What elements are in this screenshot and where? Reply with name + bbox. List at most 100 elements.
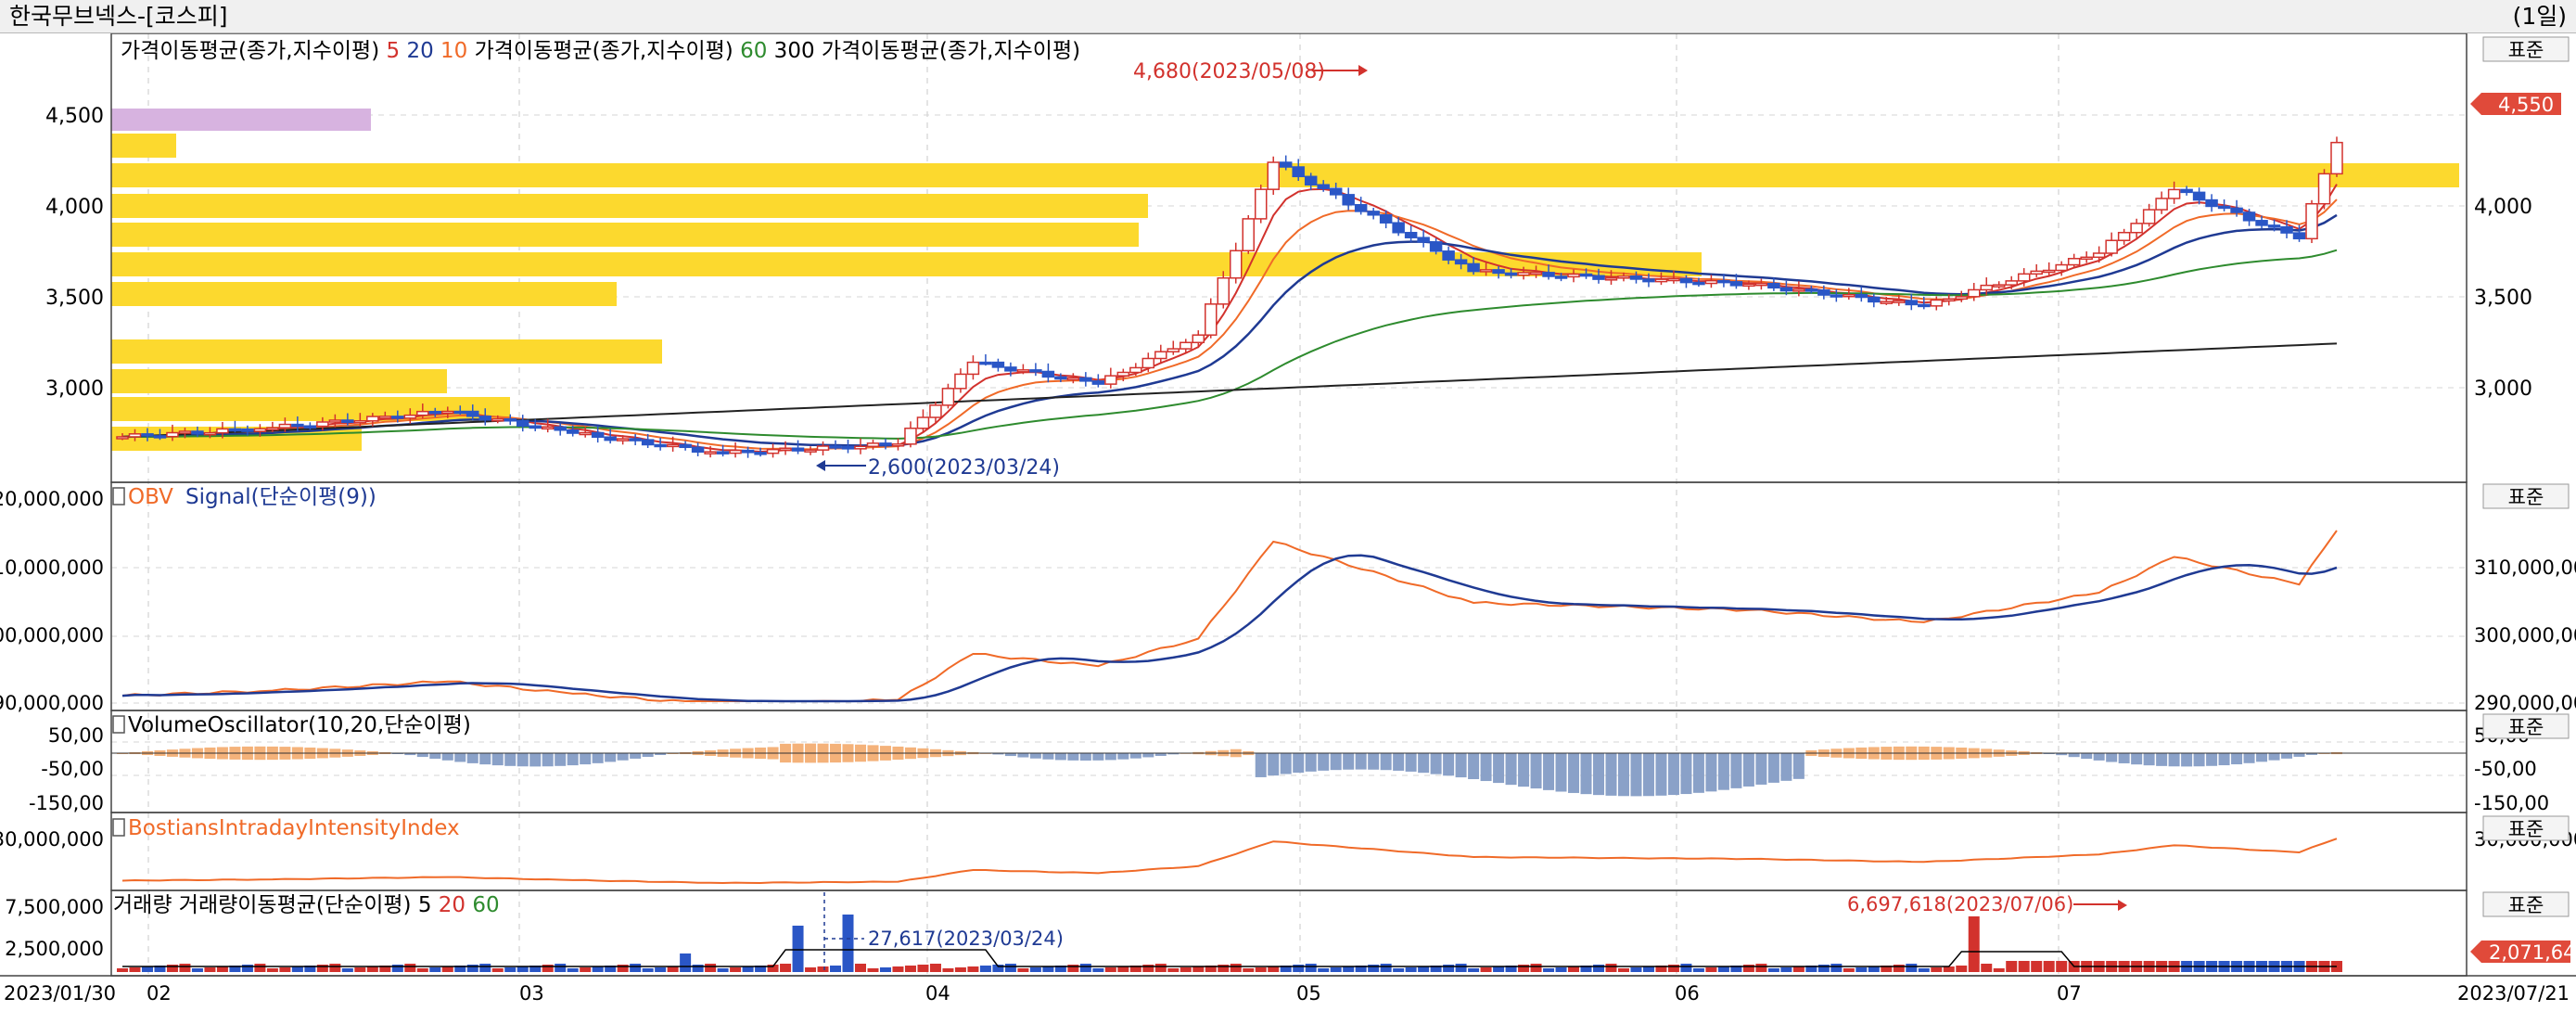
volume-bar <box>929 964 941 972</box>
volume-bar <box>516 966 529 972</box>
svg-text:7,500,000: 7,500,000 <box>5 896 104 918</box>
vo-scale-button[interactable]: 표준 <box>2482 713 2570 739</box>
stock-chart[interactable]: 가격이동평균(종가,지수이평) 5 20 10 가격이동평균(종가,지수이평) … <box>0 33 2576 1011</box>
volume-bar <box>191 968 203 972</box>
candle-body <box>1016 369 1030 373</box>
oscillator-bar <box>1280 753 1292 774</box>
price-scale-button[interactable]: 표준 <box>2482 36 2570 62</box>
oscillator-bar <box>479 753 491 765</box>
volume-bar <box>216 966 228 972</box>
volume-bar <box>1667 965 1679 972</box>
volume-bar <box>680 953 692 972</box>
volume-bar <box>141 966 153 972</box>
obv-scale-button[interactable]: 표준 <box>2482 483 2570 509</box>
candle-body <box>804 449 817 453</box>
candle-body <box>2255 220 2268 226</box>
candle-body <box>2167 188 2181 199</box>
candle-body <box>2005 280 2018 286</box>
candle-body <box>1554 275 1568 279</box>
candle-body <box>1379 214 1393 224</box>
svg-text:BostiansIntradayIntensityIndex: BostiansIntradayIntensityIndex <box>128 816 460 840</box>
volume-bar <box>917 965 929 972</box>
candle-body <box>1667 277 1680 282</box>
oscillator-bar <box>1042 753 1054 760</box>
oscillator-bar <box>516 753 529 767</box>
candle-body <box>904 428 917 445</box>
candle-body <box>1367 211 1380 216</box>
candle-body <box>1229 250 1243 279</box>
oscillator-bar <box>630 753 642 759</box>
volume-bar <box>1017 968 1029 972</box>
candle-body <box>478 416 492 421</box>
candle-body <box>1880 301 1894 304</box>
oscillator-bar <box>2118 753 2130 763</box>
candle-body <box>1392 222 1405 234</box>
volume-bar <box>1780 967 1792 972</box>
oscillator-bar <box>2143 753 2155 766</box>
volume-bar <box>942 968 954 972</box>
svg-text:표준: 표준 <box>2508 716 2544 738</box>
volume-bar <box>1717 966 1729 972</box>
svg-text:06: 06 <box>1675 982 1700 1005</box>
candle-body <box>1066 377 1080 381</box>
candle-body <box>1918 303 1931 308</box>
svg-text:3,000: 3,000 <box>45 378 104 401</box>
candle-body <box>1704 279 1718 285</box>
oscillator-bar <box>1505 753 1517 786</box>
candle-body <box>1479 269 1493 273</box>
svg-text:4,000: 4,000 <box>45 196 104 219</box>
volume-bar <box>1843 968 1855 972</box>
oscillator-bar <box>504 753 516 766</box>
candle-body <box>604 436 617 442</box>
profile-bar <box>111 194 1148 218</box>
volume-bar <box>705 964 717 972</box>
candle-body <box>2230 207 2243 213</box>
candle-body <box>1717 279 1730 284</box>
volume-bar <box>1079 964 1091 972</box>
candle-body <box>1116 371 1130 377</box>
volume-bar <box>1568 966 1580 972</box>
volume-bar <box>867 968 879 972</box>
candle-body <box>1617 275 1630 279</box>
oscillator-bar <box>1792 753 1804 779</box>
svg-text:VolumeOscillator(10,20,단순이평): VolumeOscillator(10,20,단순이평) <box>128 713 471 737</box>
volume-bar <box>1605 964 1617 972</box>
svg-text:300,000,000: 300,000,000 <box>2474 624 2576 646</box>
oscillator-bar <box>491 753 504 766</box>
oscillator-bar <box>642 753 654 758</box>
oscillator-bar <box>1468 753 1480 780</box>
candle-body <box>1041 370 1055 378</box>
period-label[interactable]: (1일) <box>2513 3 2567 31</box>
volume-bar <box>1705 967 1717 972</box>
bii-scale-button[interactable]: 표준 <box>2482 815 2570 841</box>
oscillator-bar <box>1092 753 1104 761</box>
candle-body <box>1905 300 1919 306</box>
svg-text:4,680(2023/05/08): 4,680(2023/05/08) <box>1133 60 1325 83</box>
candle-body <box>2017 273 2031 282</box>
volume-bar <box>1918 968 1930 972</box>
candle-body <box>278 423 292 429</box>
candle-body <box>791 447 805 452</box>
svg-text:290,000,000: 290,000,000 <box>0 692 104 714</box>
candle-body <box>979 361 992 365</box>
volume-scale-button[interactable]: 표준 <box>2482 891 2570 917</box>
oscillator-bar <box>1418 753 1430 774</box>
svg-text:07: 07 <box>2057 982 2082 1005</box>
volume-bar <box>1192 966 1205 972</box>
candle-body <box>2217 205 2231 210</box>
volume-bar <box>1305 964 1317 972</box>
candle-body <box>1329 187 1343 196</box>
volume-bar <box>642 968 654 972</box>
oscillator-bar <box>542 753 554 767</box>
volume-bar <box>166 965 178 972</box>
oscillator-bar <box>617 753 629 761</box>
candle-body <box>1542 272 1555 277</box>
volume-bar <box>979 966 991 972</box>
candle-body <box>2130 223 2143 234</box>
volume-bar <box>630 964 642 972</box>
candle-body <box>1604 277 1618 281</box>
svg-text:320,000,000: 320,000,000 <box>0 488 104 510</box>
candle-body <box>2267 224 2281 228</box>
volume-bar <box>717 968 729 972</box>
obv-legend: OBV Signal(단순이평(9)) <box>112 485 376 509</box>
